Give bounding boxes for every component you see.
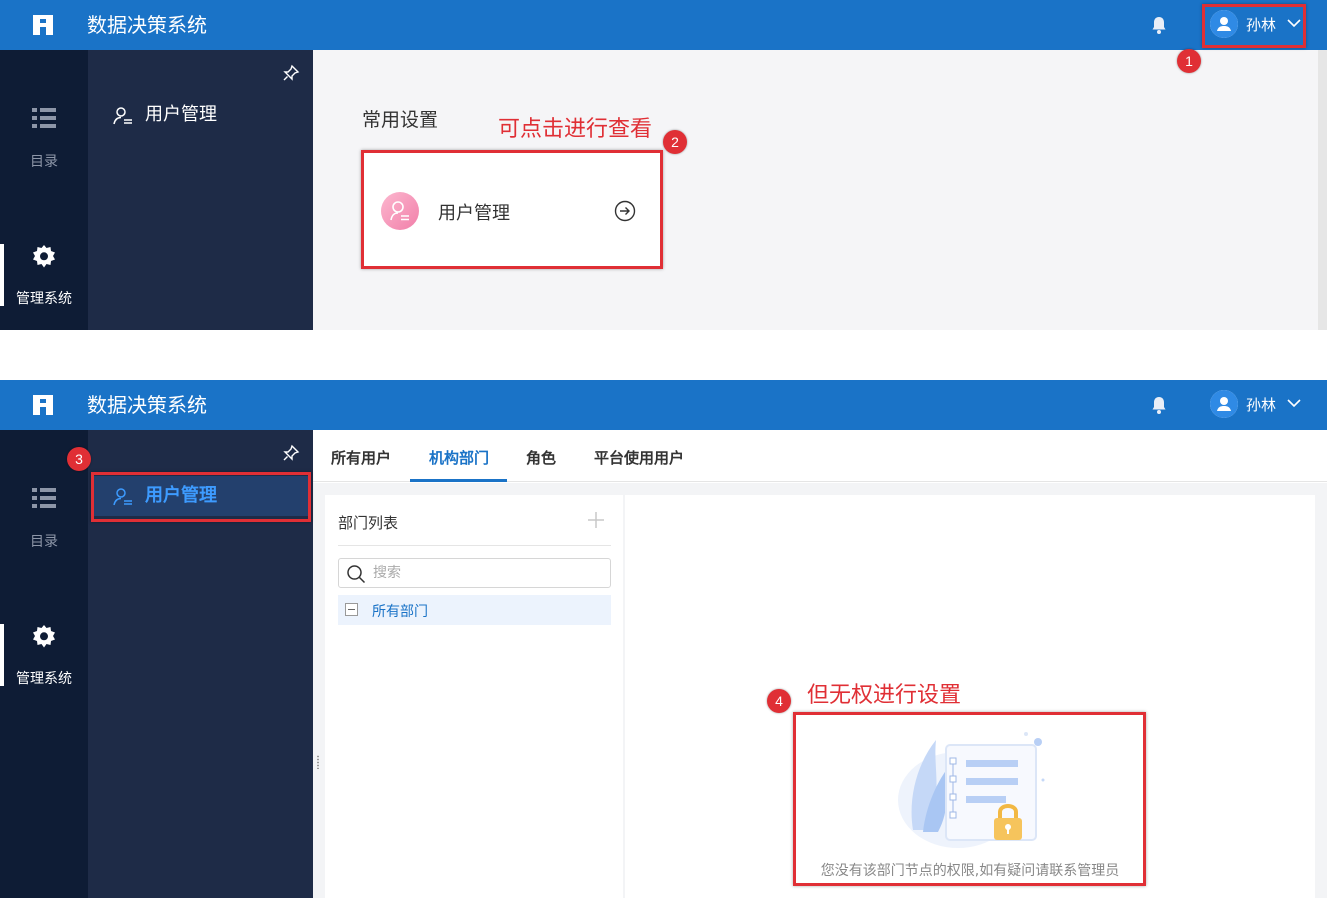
- notification-bell-icon[interactable]: [1150, 15, 1168, 35]
- user-avatar-icon: [1210, 390, 1238, 418]
- subnav-item-user-management[interactable]: 用户管理: [88, 95, 313, 135]
- screenshot-bottom: 数据决策系统 孙林 目录 管理系统 用户管理 所有用户 机构部门 角色 平台使用…: [0, 380, 1327, 898]
- top-header: 数据决策系统 孙林: [0, 380, 1327, 430]
- section-title: 常用设置: [362, 109, 439, 131]
- active-tab-indicator: [410, 479, 507, 482]
- sub-navigation: 用户管理: [88, 50, 313, 330]
- subnav-item-label: 用户管理: [145, 104, 217, 125]
- user-management-icon: [113, 107, 132, 125]
- divider: [338, 545, 611, 546]
- annotation-box-subnav: [91, 472, 311, 522]
- list-icon: [32, 108, 56, 128]
- department-list-title: 部门列表: [338, 514, 399, 532]
- vertical-scrollbar[interactable]: [1318, 50, 1327, 330]
- rail-item-catalog[interactable]: 目录: [0, 105, 88, 195]
- screenshot-top: 数据决策系统 孙林 目录 管理系统 用户管理 常用设置 用户管理 1 2 可点击…: [0, 0, 1327, 330]
- tab-platform-users[interactable]: 平台使用用户: [594, 447, 684, 468]
- app-logo-icon: [33, 395, 53, 415]
- user-name: 孙林: [1246, 396, 1277, 414]
- annotation-note-2: 可点击进行查看: [498, 117, 653, 142]
- search-icon: [347, 565, 366, 584]
- app-title: 数据决策系统: [87, 393, 207, 417]
- rail-item-admin-label: 管理系统: [16, 291, 72, 307]
- tab-roles[interactable]: 角色: [526, 447, 556, 468]
- annotation-box-card: [361, 150, 663, 269]
- annotation-badge-1: 1: [1177, 49, 1201, 73]
- user-avatar: [1210, 390, 1238, 418]
- gear-icon: [33, 625, 55, 648]
- department-list-panel: 部门列表 所有部门: [325, 495, 623, 898]
- user-menu[interactable]: 孙林: [1210, 390, 1304, 420]
- rail-item-catalog-label: 目录: [30, 534, 58, 550]
- annotation-note-4: 但无权进行设置: [807, 683, 962, 708]
- app-title: 数据决策系统: [87, 13, 207, 37]
- rail-item-admin-label: 管理系统: [16, 671, 72, 687]
- tree-node-all-departments[interactable]: 所有部门: [338, 595, 611, 625]
- chevron-down-icon: [1287, 399, 1301, 408]
- rail-item-catalog[interactable]: 目录: [0, 485, 88, 575]
- pin-icon[interactable]: [282, 444, 300, 462]
- department-search-box: [338, 558, 611, 588]
- tree-node-label: 所有部门: [372, 604, 428, 620]
- annotation-box-user-menu: [1202, 4, 1306, 48]
- left-resize-handle[interactable]: [316, 755, 320, 769]
- rail-item-admin[interactable]: 管理系统: [0, 624, 88, 714]
- app-logo-icon: [33, 15, 53, 35]
- annotation-box-no-permission: [793, 712, 1146, 886]
- gear-icon: [33, 245, 55, 268]
- collapse-toggle-icon[interactable]: [345, 603, 358, 616]
- icon-rail: 目录 管理系统: [0, 430, 88, 898]
- pin-icon[interactable]: [282, 64, 300, 82]
- icon-rail: 目录 管理系统: [0, 50, 88, 330]
- notification-bell-icon[interactable]: [1150, 395, 1168, 415]
- annotation-badge-3: 3: [67, 447, 91, 471]
- annotation-badge-4: 4: [767, 689, 791, 713]
- department-search-input[interactable]: [373, 562, 603, 584]
- rail-item-admin[interactable]: 管理系统: [0, 244, 88, 330]
- rail-item-catalog-label: 目录: [30, 154, 58, 170]
- tab-bar: 所有用户 机构部门 角色 平台使用用户: [313, 430, 1327, 482]
- list-icon: [32, 488, 56, 508]
- tab-all-users[interactable]: 所有用户: [331, 447, 391, 468]
- tab-departments[interactable]: 机构部门: [429, 447, 489, 468]
- add-icon[interactable]: [587, 511, 605, 529]
- top-header: 数据决策系统 孙林: [0, 0, 1327, 50]
- annotation-badge-2: 2: [663, 130, 687, 154]
